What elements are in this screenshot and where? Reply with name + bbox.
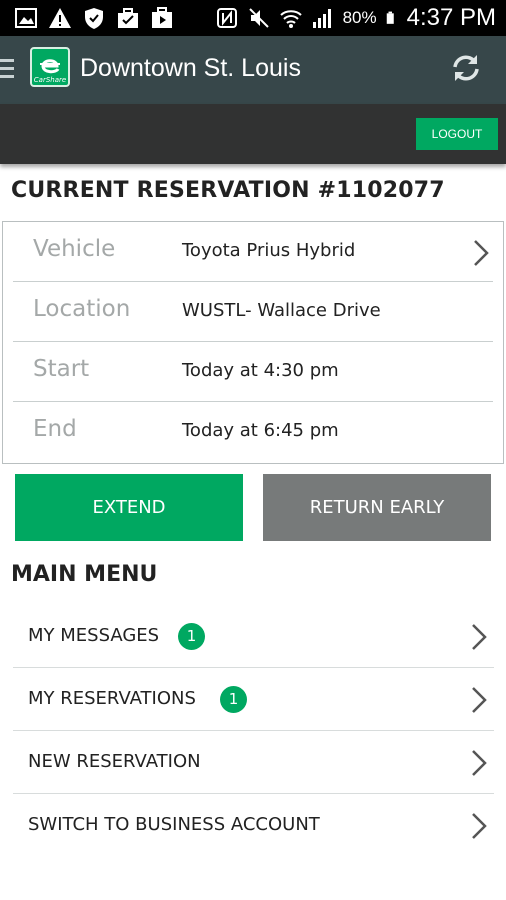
- wifi-icon: [279, 10, 302, 28]
- menu-item-label: NEW RESERVATION: [28, 751, 201, 772]
- reservation-row-vehicle[interactable]: Vehicle Toyota Prius Hybrid: [13, 222, 493, 282]
- battery-icon: [386, 11, 394, 24]
- menu-item-my-messages[interactable]: MY MESSAGES 1: [13, 605, 494, 668]
- row-value: Today at 4:30 pm: [182, 360, 339, 381]
- logo-text: CarShare: [34, 76, 66, 84]
- chevron-right-icon: [474, 240, 489, 266]
- shield-icon: [85, 8, 103, 29]
- clock: 4:37 PM: [406, 4, 496, 31]
- row-value: WUSTL- Wallace Drive: [182, 300, 381, 321]
- reservation-row-start: Start Today at 4:30 pm: [13, 342, 493, 402]
- chevron-right-icon: [472, 813, 487, 839]
- row-label: Location: [33, 296, 131, 322]
- menu-item-label: MY MESSAGES: [28, 625, 160, 646]
- reservation-heading: CURRENT RESERVATION #1102077: [11, 178, 445, 203]
- sub-bar: LOGOUT: [0, 104, 506, 164]
- carshare-logo: CarShare: [30, 47, 70, 87]
- main-menu-list: MY MESSAGES 1 MY RESERVATIONS 1 NEW RESE…: [13, 605, 494, 857]
- status-bar: 80% 4:37 PM: [0, 0, 506, 36]
- play-store-icon: [152, 7, 172, 28]
- logo-e-icon: CarShare: [34, 59, 66, 84]
- image-icon: [15, 8, 37, 28]
- extend-button[interactable]: EXTEND: [15, 474, 243, 541]
- return-early-button[interactable]: RETURN EARLY: [263, 474, 491, 541]
- row-label: Start: [33, 356, 90, 382]
- battery-percent: 80%: [342, 8, 377, 27]
- page-title: Downtown St. Louis: [80, 54, 301, 82]
- chevron-right-icon: [472, 687, 487, 713]
- row-value: Toyota Prius Hybrid: [182, 240, 356, 261]
- menu-item-switch-business[interactable]: SWITCH TO BUSINESS ACCOUNT: [13, 794, 494, 857]
- row-label: Vehicle: [33, 236, 116, 262]
- menu-item-label: MY RESERVATIONS: [28, 688, 196, 709]
- chevron-right-icon: [472, 624, 487, 650]
- row-label: End: [33, 416, 77, 442]
- reservation-row-end: End Today at 6:45 pm: [13, 402, 493, 462]
- reservations-count-badge: 1: [220, 686, 247, 713]
- menu-item-label: SWITCH TO BUSINESS ACCOUNT: [28, 814, 320, 835]
- menu-item-my-reservations[interactable]: MY RESERVATIONS 1: [13, 668, 494, 731]
- app-bar: CarShare Downtown St. Louis: [0, 36, 506, 104]
- refresh-icon[interactable]: [448, 50, 484, 86]
- reservation-row-location: Location WUSTL- Wallace Drive: [13, 282, 493, 342]
- chevron-right-icon: [472, 750, 487, 776]
- messages-count-badge: 1: [178, 623, 205, 650]
- mute-icon: [248, 8, 269, 28]
- signal-icon: [312, 9, 331, 28]
- row-value: Today at 6:45 pm: [182, 420, 339, 441]
- logout-button[interactable]: LOGOUT: [416, 118, 498, 150]
- reservation-card: Vehicle Toyota Prius Hybrid Location WUS…: [2, 221, 504, 464]
- briefcase-check-icon: [118, 8, 138, 28]
- nfc-icon: [216, 8, 237, 28]
- menu-icon[interactable]: [0, 59, 14, 81]
- main-menu-heading: MAIN MENU: [11, 562, 158, 587]
- menu-item-new-reservation[interactable]: NEW RESERVATION: [13, 731, 494, 794]
- warning-icon: [49, 8, 71, 28]
